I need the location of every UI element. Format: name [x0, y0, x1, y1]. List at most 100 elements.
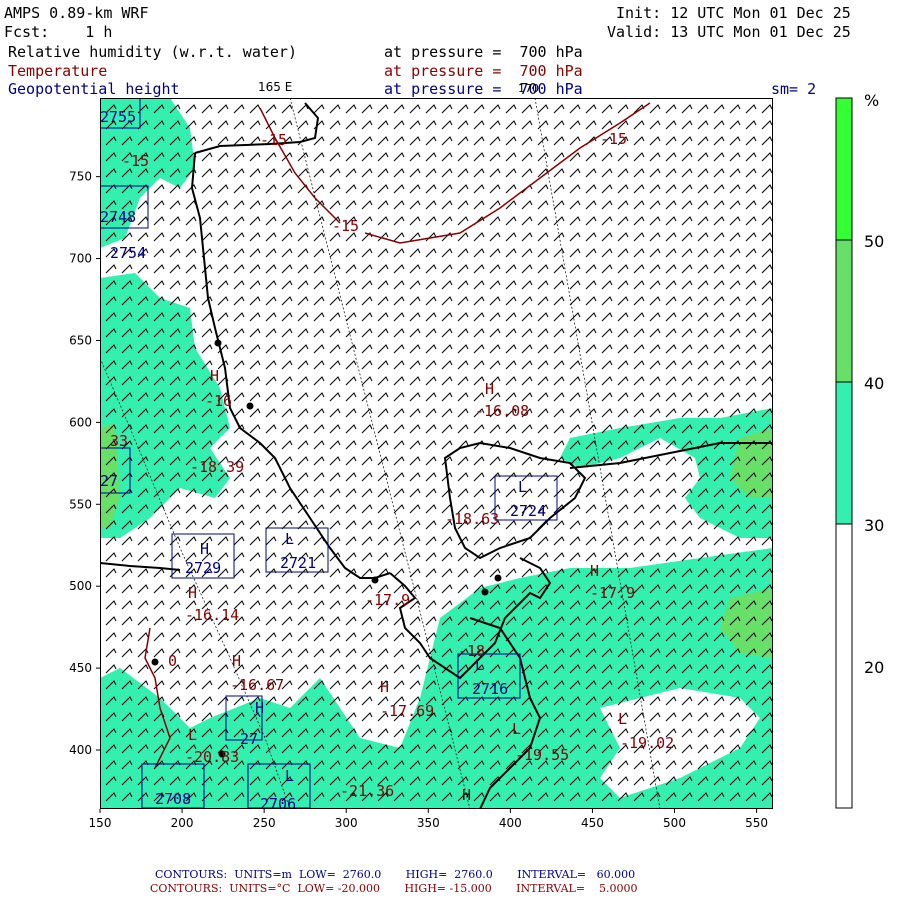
high-marker: H: [232, 652, 241, 670]
low-marker: L: [188, 726, 197, 744]
y-tick-label: 550: [69, 497, 92, 511]
valid-value: 13 UTC Mon 01 Dec 25: [670, 23, 851, 41]
station-dot: [246, 402, 254, 410]
temp-label: -15: [122, 152, 149, 170]
height-label: 2724: [510, 502, 546, 520]
misc-label: 0: [168, 652, 177, 670]
x-tick-label: 300: [335, 816, 358, 830]
colorbar-label-20: 20: [864, 658, 884, 677]
init-label: Init:: [616, 4, 662, 22]
fcst-label: Fcst:: [4, 23, 50, 41]
temp-label: -19.55: [515, 746, 569, 764]
high-marker: H: [485, 380, 494, 398]
y-tick-label: 500: [69, 579, 92, 593]
field-temp-name: Temperature: [8, 62, 108, 80]
height-label: 27: [100, 472, 118, 490]
map-panel: -15 -15 -15 -15 -16 -16.08 -18.39 -18.63…: [100, 98, 773, 809]
temp-label: -18.63: [445, 510, 499, 528]
low-marker: L: [518, 478, 527, 496]
x-tick-label: 500: [663, 816, 686, 830]
x-tick-label: 200: [171, 816, 194, 830]
height-label: 2716: [472, 680, 508, 698]
footer-temp-contours: CONTOURS: UNITS=°C LOW= -20.000 HIGH= -1…: [150, 882, 638, 895]
y-tick-label: 450: [69, 661, 92, 675]
temp-label: -17.9: [590, 584, 635, 602]
high-marker: H: [462, 786, 471, 804]
misc-label: 33: [110, 432, 128, 450]
valid-label: Valid:: [607, 23, 662, 41]
temp-label: -15: [260, 131, 287, 149]
low-marker: L: [285, 767, 294, 785]
colorbar-band-50: [835, 97, 853, 241]
temp-label: -17.69: [380, 702, 434, 720]
y-ticks: 400 450 500 550 600 650 700 750: [69, 170, 100, 757]
temp-label: -16.14: [185, 606, 239, 624]
station-dot: [214, 339, 222, 347]
height-label: 2755: [100, 108, 136, 126]
x-tick-label: 400: [499, 816, 522, 830]
smoothing-label: sm= 2: [771, 80, 817, 98]
model-title: AMPS 0.89-km WRF: [4, 4, 149, 22]
high-marker: H: [380, 678, 389, 696]
field-height-level: at pressure = 700 hPa: [384, 80, 583, 98]
station-dot: [151, 658, 159, 666]
height-label: 2748: [100, 208, 136, 226]
colorbar-label-40: 40: [864, 374, 884, 393]
temp-label: -16.67: [230, 676, 284, 694]
x-ticks: 150 200 250 300 350 400 450 500 550: [89, 809, 768, 830]
temp-label: -18.39: [190, 458, 244, 476]
height-label: 2729: [185, 559, 221, 577]
temp-label: -20.83: [185, 748, 239, 766]
high-marker: H: [210, 367, 219, 385]
lon-label-165: 165 E: [258, 80, 293, 94]
temp-label: -15: [332, 217, 359, 235]
high-marker: H: [590, 562, 599, 580]
field-rh-name: Relative humidity (w.r.t. water): [8, 43, 297, 61]
temp-label: -21.36: [340, 782, 394, 800]
x-tick-label: 450: [581, 816, 604, 830]
high-marker: H: [188, 584, 197, 602]
x-tick-label: 250: [253, 816, 276, 830]
field-height-name: Geopotential height: [8, 80, 180, 98]
high-marker: H: [255, 699, 264, 717]
height-label: 27: [240, 730, 258, 748]
valid-time: Valid: 13 UTC Mon 01 Dec 25: [607, 23, 851, 41]
temp-label: -15: [600, 130, 627, 148]
colorbar-label-30: 30: [864, 516, 884, 535]
lon-label-170: 170: [518, 82, 539, 95]
y-tick-label: 600: [69, 415, 92, 429]
colorbar-band-20: [835, 523, 853, 809]
fcst-value: 1 h: [85, 23, 113, 41]
temp-label: -16.08: [475, 402, 529, 420]
init-time: Init: 12 UTC Mon 01 Dec 25: [616, 4, 851, 22]
x-tick-label: 550: [745, 816, 768, 830]
height-label: 2754: [110, 244, 146, 262]
low-marker: L: [475, 656, 484, 674]
height-label: 2706: [260, 795, 296, 809]
y-tick-label: 700: [69, 252, 92, 266]
temp-label: -16: [205, 392, 232, 410]
low-marker: L: [512, 720, 521, 738]
forecast-label: Fcst: 1 h: [4, 23, 112, 41]
x-tick-label: 350: [417, 816, 440, 830]
colorbar-band-30: [835, 381, 853, 525]
field-temp-level: at pressure = 700 hPa: [384, 62, 583, 80]
x-tick-label: 150: [89, 816, 112, 830]
temp-label: -17.9: [365, 591, 410, 609]
footer-height-contours: CONTOURS: UNITS=m LOW= 2760.0 HIGH= 2760…: [155, 868, 636, 881]
colorbar-label-50: 50: [864, 232, 884, 251]
station-dot: [371, 576, 379, 584]
y-tick-label: 750: [69, 170, 92, 184]
high-marker: H: [200, 540, 209, 558]
field-rh-level: at pressure = 700 hPa: [384, 43, 583, 61]
init-value: 12 UTC Mon 01 Dec 25: [670, 4, 851, 22]
temp-label: -19.02: [620, 734, 674, 752]
colorbar-band-40: [835, 239, 853, 383]
low-marker: L: [285, 530, 294, 548]
colorbar: % 50 40 30 20: [835, 91, 884, 809]
height-label: 2721: [280, 554, 316, 572]
station-dot: [481, 588, 489, 596]
low-marker: L: [618, 710, 627, 728]
y-tick-label: 400: [69, 743, 92, 757]
height-label: 2708: [155, 790, 191, 808]
